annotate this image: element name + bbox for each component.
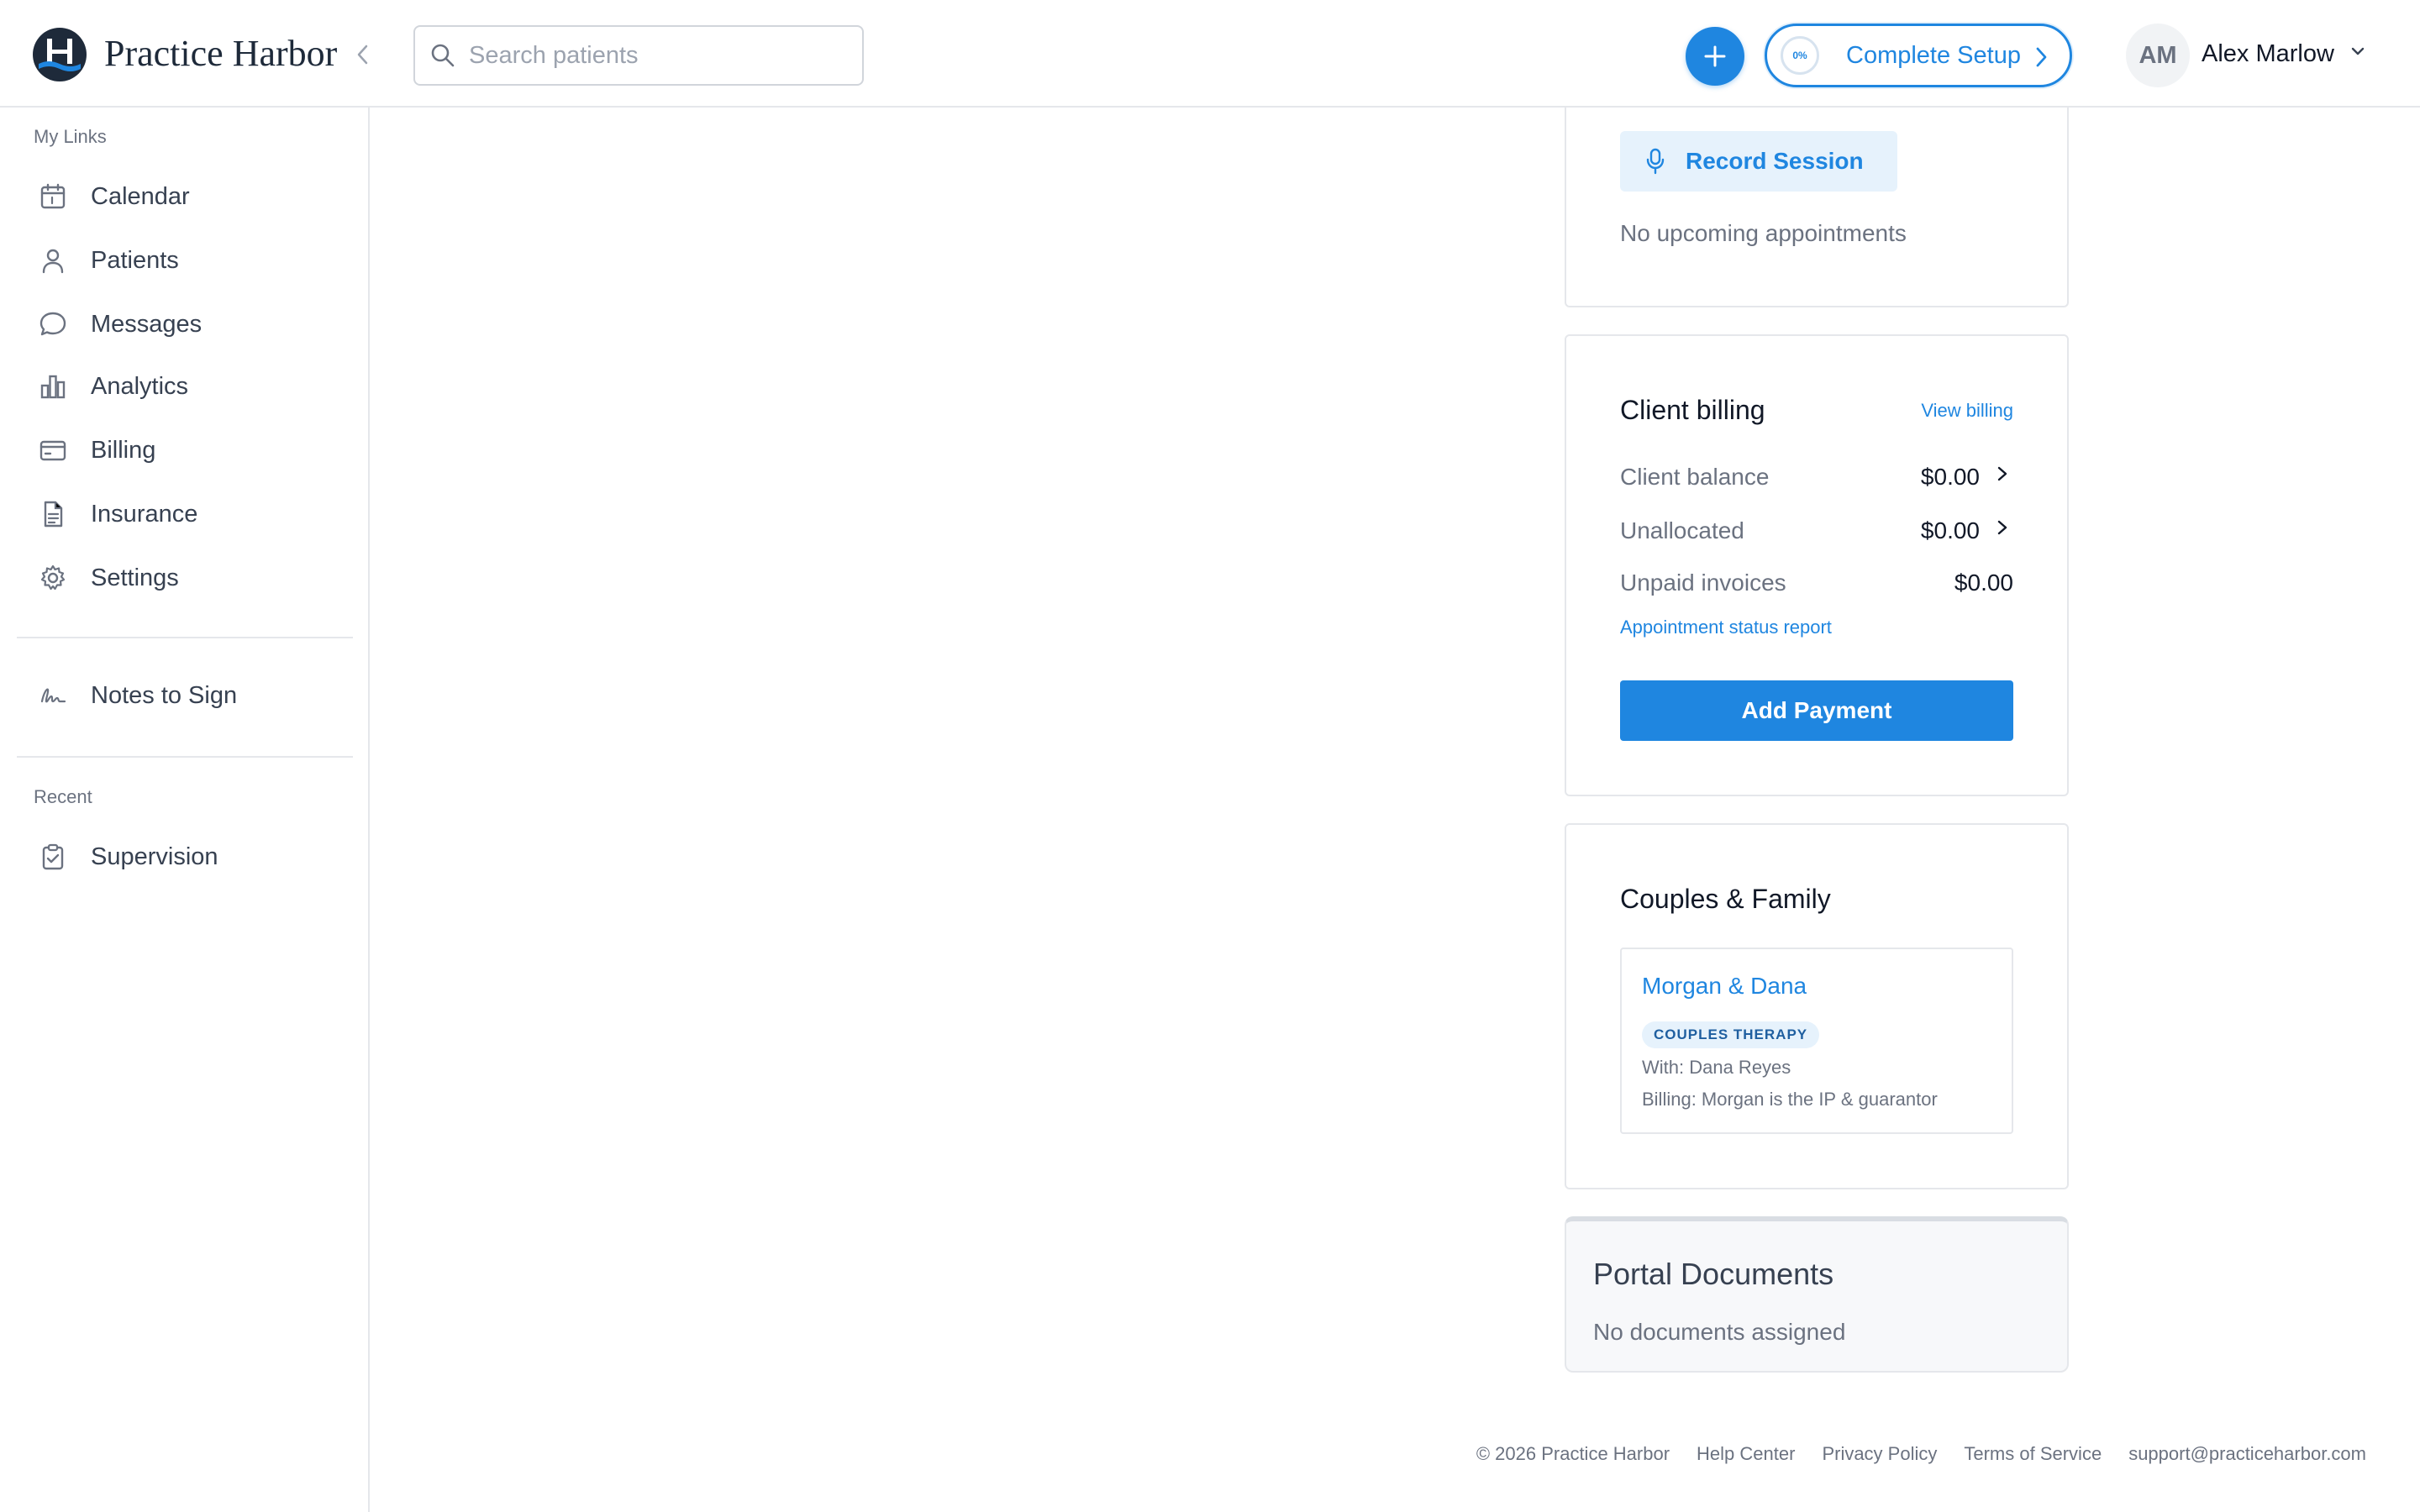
setup-progress-ring: 0%	[1781, 36, 1819, 75]
client-billing-card: Client billing View billing Client balan…	[1565, 334, 2069, 796]
sidebar-item-label: Settings	[91, 564, 179, 591]
view-billing-link[interactable]: View billing	[1921, 400, 2013, 422]
user-name[interactable]: Alex Marlow	[2202, 40, 2334, 68]
add-payment-button[interactable]: Add Payment	[1620, 680, 2013, 741]
sidebar-item-label: Notes to Sign	[91, 681, 238, 709]
sidebar-divider	[17, 756, 353, 758]
search-input[interactable]	[469, 41, 839, 70]
client-balance-label: Client balance	[1620, 464, 1770, 490]
collapse-sidebar-button[interactable]	[350, 39, 375, 71]
chevron-down-icon[interactable]	[2349, 45, 2366, 57]
couples-family-title: Couples & Family	[1620, 884, 1831, 914]
search-icon	[431, 44, 455, 67]
record-session-button[interactable]: Record Session	[1620, 131, 1897, 192]
unpaid-invoices-label: Unpaid invoices	[1620, 570, 1786, 596]
chevron-right-icon	[2036, 47, 2047, 67]
sidebar-item-label: Supervision	[91, 843, 218, 870]
support-email-link[interactable]: support@practiceharbor.com	[2128, 1443, 2366, 1465]
setup-progress-value: 0%	[1792, 50, 1807, 61]
microphone-icon	[1646, 148, 1665, 175]
family-with-text: With: Dana Reyes	[1642, 1057, 1791, 1078]
chevron-right-icon[interactable]	[1991, 517, 2013, 539]
no-documents-text: No documents assigned	[1593, 1319, 1846, 1345]
sidebar-item-billing[interactable]: Billing	[17, 423, 353, 477]
person-icon	[37, 244, 69, 276]
no-appointments-text: No upcoming appointments	[1620, 220, 1907, 246]
sidebar-item-label: Calendar	[91, 182, 190, 210]
sidebar-item-label: Billing	[91, 436, 156, 464]
user-avatar[interactable]: AM	[2126, 24, 2190, 87]
sidebar: My Links Calendar Patients Messages Anal…	[0, 108, 370, 1512]
appointment-status-report-link[interactable]: Appointment status report	[1620, 617, 1832, 638]
terms-of-service-link[interactable]: Terms of Service	[1964, 1443, 2102, 1465]
my-links-label: My Links	[34, 126, 107, 147]
sidebar-item-label: Insurance	[91, 500, 198, 528]
top-bar: Practice Harbor 0% Complete Setup AM Ale…	[0, 0, 2420, 108]
sidebar-item-messages[interactable]: Messages	[17, 297, 353, 351]
search-box[interactable]	[413, 25, 864, 86]
sidebar-item-notes-to-sign[interactable]: Notes to Sign	[17, 669, 353, 722]
family-group-tile: Morgan & Dana COUPLES THERAPY With: Dana…	[1620, 948, 2013, 1134]
chat-bubble-icon	[37, 308, 69, 340]
brand-name: Practice Harbor	[104, 33, 338, 74]
chevron-left-icon	[357, 45, 368, 65]
gear-icon	[37, 562, 69, 594]
clipboard-check-icon	[37, 841, 69, 873]
add-new-button[interactable]	[1686, 27, 1744, 86]
sidebar-item-settings[interactable]: Settings	[17, 551, 353, 605]
portal-documents-title: Portal Documents	[1593, 1257, 1834, 1291]
therapy-type-badge: COUPLES THERAPY	[1642, 1021, 1820, 1048]
unallocated-value: $0.00	[1920, 517, 1980, 543]
complete-setup-button[interactable]: 0% Complete Setup	[1765, 24, 2072, 87]
calendar-icon	[37, 181, 69, 213]
unpaid-invoices-value: $0.00	[1954, 570, 2013, 596]
sidebar-item-calendar[interactable]: Calendar	[17, 170, 353, 223]
sidebar-item-label: Analytics	[91, 372, 189, 400]
client-balance-value: $0.00	[1920, 464, 1980, 490]
family-group-name-link[interactable]: Morgan & Dana	[1642, 973, 1807, 1000]
footer: © 2026 Practice Harbor Help Center Priva…	[1476, 1443, 2366, 1465]
sidebar-divider	[17, 637, 353, 638]
portal-documents-card: Portal Documents No documents assigned	[1565, 1216, 2069, 1373]
sidebar-item-analytics[interactable]: Analytics	[17, 360, 353, 413]
sidebar-item-patients[interactable]: Patients	[17, 234, 353, 287]
client-billing-title: Client billing	[1620, 395, 1765, 425]
signature-icon	[37, 680, 69, 711]
family-billing-text: Billing: Morgan is the IP & guarantor	[1642, 1089, 1938, 1110]
footer-copyright: © 2026 Practice Harbor	[1476, 1443, 1670, 1464]
unpaid-invoices-row: Unpaid invoices $0.00	[1620, 564, 2013, 601]
appointments-card: Record Session No upcoming appointments	[1565, 108, 2069, 307]
complete-setup-label: Complete Setup	[1846, 41, 2021, 69]
sidebar-item-insurance[interactable]: Insurance	[17, 487, 353, 541]
sidebar-item-label: Messages	[91, 310, 203, 338]
sidebar-item-label: Patients	[91, 246, 179, 274]
user-initials: AM	[2139, 41, 2177, 69]
bar-chart-icon	[37, 370, 69, 402]
document-icon	[37, 498, 69, 530]
unallocated-row: Unallocated $0.00	[1620, 512, 2013, 549]
plus-icon	[1704, 45, 1726, 67]
practice-harbor-logo-icon	[33, 28, 87, 81]
privacy-policy-link[interactable]: Privacy Policy	[1822, 1443, 1937, 1465]
client-balance-row: Client balance $0.00	[1620, 459, 2013, 496]
chevron-right-icon[interactable]	[1991, 464, 2013, 486]
recent-label: Recent	[34, 786, 92, 807]
couples-family-card: Couples & Family Morgan & Dana COUPLES T…	[1565, 823, 2069, 1189]
sidebar-item-supervision[interactable]: Supervision	[17, 830, 353, 884]
credit-card-icon	[37, 434, 69, 466]
help-center-link[interactable]: Help Center	[1697, 1443, 1795, 1465]
record-session-label: Record Session	[1686, 148, 1864, 174]
unallocated-label: Unallocated	[1620, 517, 1744, 543]
